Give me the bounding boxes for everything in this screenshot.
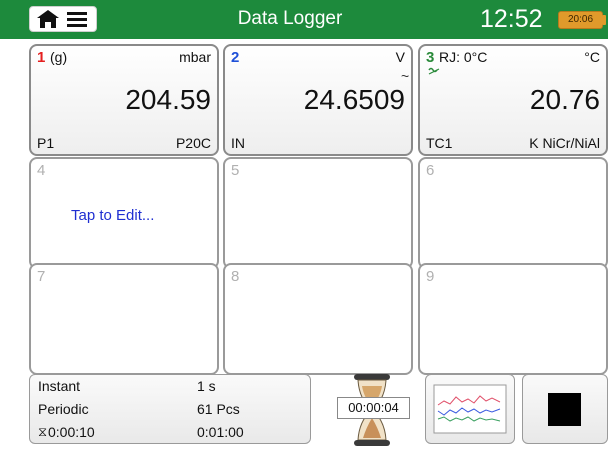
channel-number: 9 (426, 268, 435, 285)
hourglass-small-icon: ⧖ (38, 424, 48, 439)
clock: 12:52 (480, 5, 543, 33)
channel-unit: mbar (179, 49, 211, 65)
channel-panel-7[interactable]: 7 (29, 263, 219, 375)
channel-unit: °C (584, 49, 600, 65)
channel-number: 3 (426, 49, 435, 66)
channel-panel-2[interactable]: 2 V ~ 24.6509 IN (223, 44, 413, 156)
channel-function: TC1 (426, 135, 453, 151)
channel-panel-8[interactable]: 8 (223, 263, 413, 375)
channel-number: 6 (426, 162, 435, 179)
run-timer: 00:00:04 (337, 397, 410, 419)
channel-panel-9[interactable]: 9 (418, 263, 608, 375)
instant-label: Instant (38, 378, 81, 394)
elapsed-time: 0:00:10 (48, 424, 95, 440)
battery-icon (602, 15, 606, 25)
periodic-label: Periodic (38, 401, 89, 417)
instant-value: 1 s (197, 378, 216, 394)
home-menu-button[interactable] (29, 6, 97, 32)
channel-value: 24.6509 (303, 84, 405, 115)
stop-button[interactable] (522, 374, 608, 444)
channel-panel-1[interactable]: 1 (g) mbar 204.59 P1 P20C (29, 44, 219, 156)
channel-number: 1 (37, 49, 46, 66)
channel-module: P20C (175, 135, 211, 151)
channel-number: 5 (231, 162, 240, 179)
channel-panel-6[interactable]: 6 (418, 157, 608, 269)
channel-rj: RJ: 0°C (439, 49, 488, 65)
channel-value: 20.76 (529, 84, 600, 115)
channel-panel-5[interactable]: 5 (223, 157, 413, 269)
graph-icon (433, 384, 507, 434)
channel-sensor-type: K NiCr/NiAl (529, 135, 600, 151)
channel-unit-note: (g) (50, 49, 68, 65)
channel-number: 2 (231, 49, 240, 66)
menu-icon (67, 12, 87, 27)
channel-panel-3[interactable]: 3 RJ: 0°C °C 20.76 TC1 K NiCr/NiAl (418, 44, 608, 156)
ac-icon: ~ (401, 68, 410, 84)
title-bar: Data Logger 12:52 20:06 (0, 0, 608, 39)
tap-to-edit-label: Tap to Edit... (71, 207, 155, 224)
channel-function: IN (231, 135, 245, 151)
battery-indicator: 20:06 (558, 11, 603, 29)
periodic-value: 61 Pcs (197, 401, 240, 417)
logging-settings-button[interactable]: Instant 1 s Periodic 61 Pcs ⧖ 0:00:10 0:… (29, 374, 311, 444)
home-icon (37, 10, 59, 28)
channel-number: 8 (231, 268, 240, 285)
channel-unit: V (395, 49, 405, 65)
channel-number: 7 (37, 268, 46, 285)
channel-panel-4[interactable]: 4 Tap to Edit... (29, 157, 219, 269)
channel-value: 204.59 (125, 84, 211, 115)
stop-icon (548, 393, 581, 426)
channel-function: P1 (37, 135, 55, 151)
graph-view-button[interactable] (425, 374, 515, 444)
thermocouple-icon (428, 67, 440, 75)
total-duration: 0:01:00 (197, 424, 244, 440)
channel-number: 4 (37, 162, 46, 179)
page-title: Data Logger (237, 8, 343, 29)
